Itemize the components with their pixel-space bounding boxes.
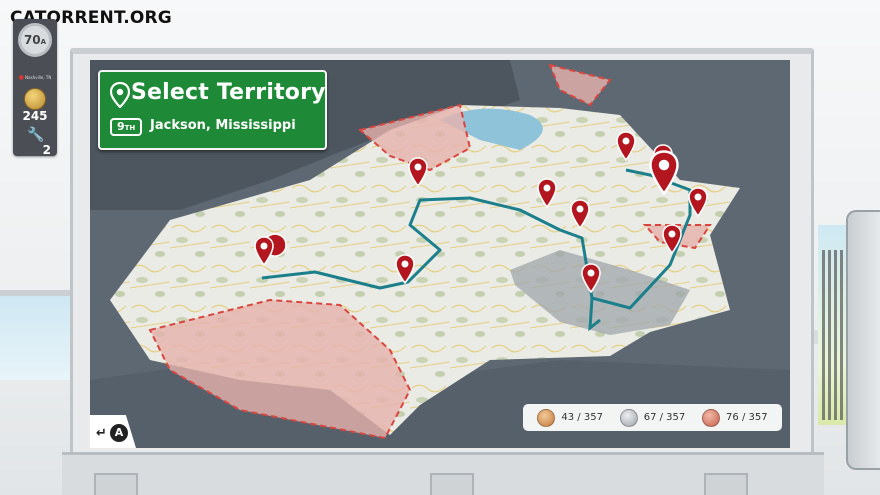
tools-icon: 🔧 [27, 127, 45, 143]
level-number: 70A [23, 33, 47, 47]
territory-pin[interactable] [570, 199, 590, 230]
territory-pin[interactable] [662, 224, 682, 255]
territory-pin[interactable] [688, 187, 708, 218]
collectible-silver: 67 / 357 [619, 408, 685, 427]
map-pin-icon [688, 187, 708, 218]
map-pin-icon [254, 236, 274, 267]
collectible-bronze: 43 / 357 [537, 408, 603, 427]
map-pin-icon [581, 263, 601, 294]
map-pin-icon [570, 199, 590, 230]
map-pin-icon [616, 131, 636, 162]
rank-badge: 9TH [110, 118, 143, 136]
bronze-coin-icon [537, 408, 556, 427]
coin-count: 245 [22, 109, 48, 123]
background-cables [822, 250, 846, 420]
territory-pin[interactable] [581, 263, 601, 294]
board-stand [62, 452, 824, 495]
a-button-icon: A [110, 424, 128, 442]
map-pin-icon [649, 150, 679, 196]
coin-icon [24, 88, 46, 110]
tools-count: 2 [42, 143, 51, 157]
stand-slot [704, 473, 748, 495]
territory-pin[interactable] [408, 157, 428, 188]
map-pin-icon [110, 82, 130, 108]
stand-slot [94, 473, 138, 495]
silver-coin-icon [619, 408, 638, 427]
stand-slot [430, 473, 474, 495]
map-pin-icon [662, 224, 682, 255]
territory-pin[interactable] [616, 131, 636, 162]
territory-pin[interactable] [649, 150, 679, 196]
map-pin-icon [537, 178, 557, 209]
map-pin-icon [408, 157, 428, 188]
location-pin-icon: ● [18, 74, 24, 81]
selected-city: Jackson, Mississippi [150, 118, 296, 133]
back-arrow-icon: ↵ [96, 426, 107, 441]
territory-pin[interactable] [395, 254, 415, 285]
background-window [0, 290, 70, 380]
collectible-copper: 76 / 357 [702, 408, 768, 427]
level-badge: 70A [18, 23, 52, 57]
title-sign: Select Territory 9TH Jackson, Mississipp… [98, 70, 327, 150]
collectibles-bar: 43 / 357 67 / 357 76 / 357 [523, 404, 782, 431]
hud-location: ● Nashville, TN [18, 74, 52, 81]
copper-coin-icon [702, 408, 721, 427]
player-hud: 70A ● Nashville, TN 245 🔧 2 [13, 19, 57, 157]
background-machine [846, 210, 880, 470]
page-title: Select Territory [131, 80, 326, 105]
territory-pin[interactable] [254, 236, 274, 267]
territory-pin[interactable] [537, 178, 557, 209]
map-pin-icon [395, 254, 415, 285]
